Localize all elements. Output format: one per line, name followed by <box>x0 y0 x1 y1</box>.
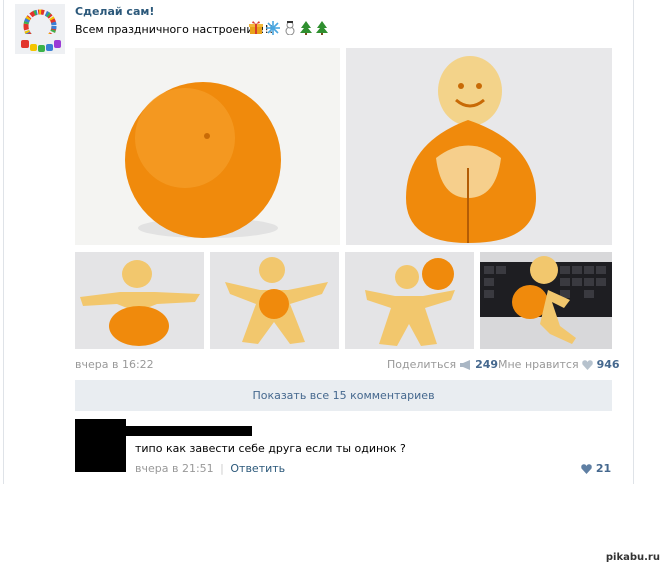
photo-whole-orange[interactable] <box>75 48 340 245</box>
reply-link[interactable]: Ответить <box>230 462 285 475</box>
comment-like-count: 21 <box>595 462 612 475</box>
comment-date[interactable]: вчера в 21:51 <box>135 462 214 475</box>
post-date[interactable]: вчера в 16:22 <box>75 358 154 371</box>
comment-text: типо как завести себе друга если ты один… <box>135 442 406 455</box>
commenter-avatar-redacted[interactable] <box>75 419 126 472</box>
post-author[interactable]: Сделай сам! <box>75 5 154 18</box>
comment-like-button[interactable]: 21 <box>581 462 611 475</box>
photo-peel-figure-keyboard[interactable] <box>480 252 612 349</box>
christmas-tree-emoji <box>300 21 312 35</box>
meta-separator: | <box>220 462 224 475</box>
megaphone-icon <box>459 360 470 370</box>
heart-icon <box>581 464 592 474</box>
gift-emoji <box>249 21 263 34</box>
comment-meta: вчера в 21:51 | Ответить <box>135 462 285 475</box>
community-avatar[interactable] <box>15 4 65 54</box>
heart-icon <box>582 360 593 370</box>
post-text: Всем праздничного настроения!!! <box>75 23 274 36</box>
like-label: Мне нравится <box>498 358 579 371</box>
like-count: 946 <box>596 358 620 371</box>
photo-orange-peel-man[interactable] <box>346 48 612 245</box>
watermark: pikabu.ru <box>605 552 660 563</box>
christmas-tree-emoji <box>316 21 328 35</box>
photo-peel-figure-1[interactable] <box>75 252 204 349</box>
snowflake-emoji <box>266 21 280 35</box>
share-label: Поделиться <box>387 358 457 371</box>
commenter-name-redacted[interactable] <box>126 426 252 436</box>
share-button[interactable]: Поделиться 249 <box>387 358 498 371</box>
like-button[interactable]: Мне нравится 946 <box>498 358 620 371</box>
snowman-emoji <box>285 21 295 35</box>
share-count: 249 <box>475 358 499 371</box>
photo-peel-figure-3[interactable] <box>345 252 474 349</box>
wall-post: Сделай сам! Всем праздничного настроения… <box>3 0 634 484</box>
show-all-comments-button[interactable]: Показать все 15 комментариев <box>75 380 612 411</box>
photo-peel-figure-2[interactable] <box>210 252 339 349</box>
